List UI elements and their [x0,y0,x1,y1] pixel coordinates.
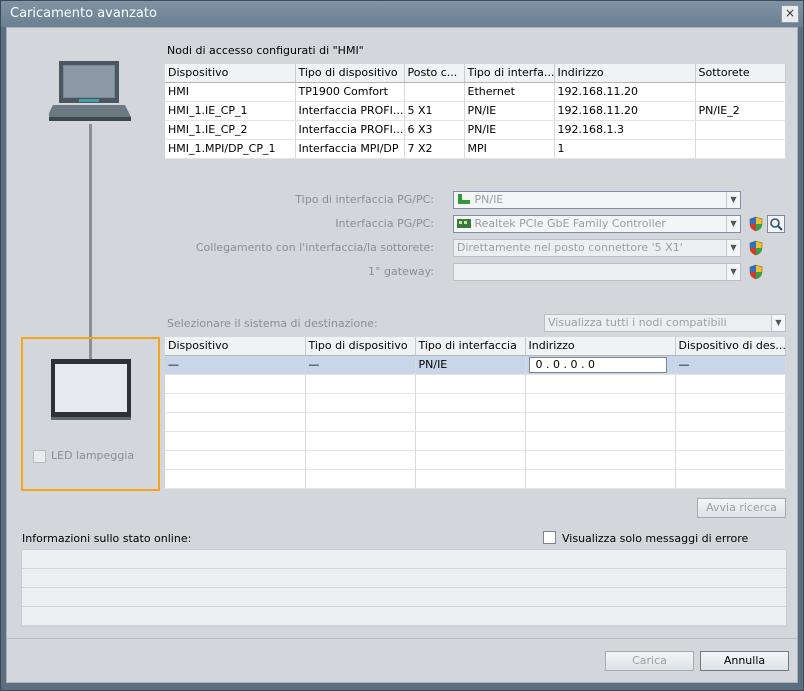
table-row[interactable] [165,469,786,489]
configured-nodes-table: Dispositivo Tipo di dispositivo Posto c.… [165,64,786,159]
table-row[interactable]: HMI TP1900 Comfort Ethernet 192.168.11.20 [165,82,786,102]
target-nodes-table: Dispositivo Tipo di dispositivo Tipo di … [165,337,786,489]
security-shield-icon[interactable] [748,240,764,256]
laptop-icon [49,61,131,121]
gateway-label: 1° gateway: [368,265,434,278]
dialog-client: LED lampeggia Nodi di accesso configurat… [6,27,798,683]
network-plug-icon [458,194,470,204]
footer-divider [7,638,797,639]
col-header-address[interactable]: Indirizzo [525,337,676,356]
led-blink-label: LED lampeggia [51,449,135,462]
col-header-device-type[interactable]: Tipo di dispositivo [295,64,405,83]
load-button[interactable]: Carica [605,651,694,671]
col-header-slot[interactable]: Posto c... [404,64,465,83]
col-header-address[interactable]: Indirizzo [554,64,696,83]
table-row-selected[interactable]: — — PN/IE 0 . 0 . 0 . 0 — [165,355,786,375]
chevron-down-icon[interactable]: ▼ [771,315,785,331]
node-filter-select[interactable]: Visualizza tutti i nodi compatibili ▼ [544,314,786,332]
pgpc-interface-label: Interfaccia PG/PC: [335,217,434,230]
table-row[interactable]: HMI_1.IE_CP_1 Interfaccia PROFI... 5 X1 PN/… [165,101,786,121]
table-row[interactable]: HMI_1.MPI/DP_CP_1 Interfaccia MPI/DP 7 X2 M… [165,139,786,159]
col-header-device-type[interactable]: Tipo di dispositivo [305,337,416,356]
led-blink-checkbox[interactable] [33,450,46,463]
online-status-list [21,549,787,627]
col-header-device[interactable]: Dispositivo [165,337,306,356]
chevron-down-icon[interactable]: ▼ [726,240,740,256]
table-row[interactable] [165,393,786,413]
pgpc-interface-select[interactable]: Realtek PCIe GbE Family Controller ▼ [453,215,741,233]
col-header-target-device[interactable]: Dispositivo di des... [675,337,786,356]
title-bar[interactable]: Caricamento avanzato × [1,1,803,27]
hmi-panel-icon [51,359,131,420]
pgpc-interface-type-select[interactable]: PN/IE ▼ [453,191,741,209]
chevron-down-icon[interactable]: ▼ [726,216,740,232]
connection-subnet-value: Direttamente nel posto connettore '5 X1' [457,241,683,254]
start-search-button[interactable]: Avvia ricerca [697,498,786,518]
list-item [22,569,786,588]
search-interface-button[interactable] [767,215,785,233]
online-status-label: Informazioni sullo stato online: [22,532,192,545]
col-header-subnet[interactable]: Sottorete [695,64,786,83]
pgpc-interface-type-label: Tipo di interfaccia PG/PC: [295,193,434,206]
table-row[interactable] [165,374,786,394]
chevron-down-icon[interactable]: ▼ [726,264,740,280]
table-row[interactable]: HMI_1.IE_CP_2 Interfaccia PROFI... 6 X3 PN/… [165,120,786,140]
table-row[interactable] [165,450,786,470]
configured-nodes-caption: Nodi di accesso configurati di "HMI" [167,44,364,57]
list-item [22,550,786,569]
network-adapter-icon [457,219,471,228]
pgpc-interface-value: Realtek PCIe GbE Family Controller [474,217,666,230]
security-shield-icon[interactable] [748,264,764,280]
connection-subnet-label: Collegamento con l'interfaccia/la sottor… [195,241,434,254]
col-header-device[interactable]: Dispositivo [165,64,296,83]
select-target-label: Selezionare il sistema di destinazione: [167,317,378,330]
node-filter-value: Visualizza tutti i nodi compatibili [548,316,727,329]
errors-only-checkbox[interactable] [543,531,556,544]
list-item [22,588,786,607]
magnifier-icon [770,218,783,231]
table-row[interactable] [165,431,786,451]
errors-only-label: Visualizza solo messaggi di errore [562,532,749,545]
address-input[interactable]: 0 . 0 . 0 . 0 [528,356,667,373]
gateway-select[interactable]: ▼ [453,263,741,281]
dialog-window: Caricamento avanzato × LED lampeggia Nod… [0,0,804,691]
close-button[interactable]: × [781,5,799,23]
connection-subnet-select[interactable]: Direttamente nel posto connettore '5 X1'… [453,239,741,257]
pgpc-interface-type-value: PN/IE [474,193,504,206]
cancel-button[interactable]: Annulla [700,651,789,671]
dialog-title: Caricamento avanzato [10,6,157,21]
connection-line [89,124,92,360]
table-row[interactable] [165,412,786,432]
window-border-bottom [6,683,798,689]
chevron-down-icon[interactable]: ▼ [726,192,740,208]
list-item [22,607,786,626]
col-header-interface-type[interactable]: Tipo di interfaccia [415,337,526,356]
col-header-interface-type[interactable]: Tipo di interfa... [464,64,555,83]
security-shield-icon[interactable] [748,216,764,232]
